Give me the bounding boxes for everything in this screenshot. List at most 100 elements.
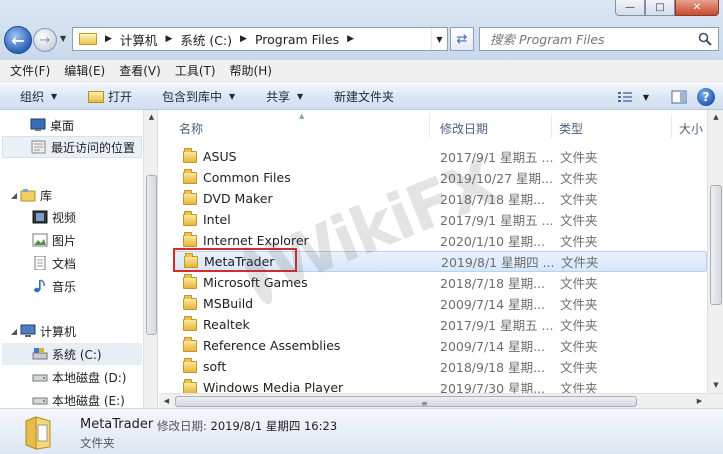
folder-icon — [25, 416, 51, 450]
computer-icon — [20, 324, 36, 337]
close-button[interactable]: ✕ — [675, 0, 719, 16]
chevron-right-icon[interactable]: ▶ — [105, 34, 112, 44]
scroll-right-icon[interactable]: ▶ — [692, 394, 707, 408]
new-folder-button[interactable]: 新建文件夹 — [334, 88, 394, 105]
details-pane: MetaTrader 修改日期: 2019/8/1 星期四 16:23 文件夹 — [0, 408, 723, 454]
nav-item-documents[interactable]: 文档 — [32, 252, 76, 274]
table-row[interactable]: Intel 2017/9/1 星期五 ... 文件夹 — [173, 209, 707, 230]
nav-item-desktop[interactable]: 桌面 — [30, 114, 74, 136]
nav-item-videos[interactable]: 视频 — [32, 206, 76, 228]
maximize-button[interactable]: □ — [645, 0, 675, 16]
folder-icon — [183, 294, 197, 310]
folder-icon — [183, 231, 197, 247]
scroll-down-icon[interactable]: ▼ — [708, 378, 723, 392]
library-icon — [20, 189, 36, 202]
picture-icon — [32, 233, 48, 247]
search-box[interactable] — [479, 27, 719, 51]
chevron-right-icon[interactable]: ▶ — [347, 34, 354, 44]
organize-button[interactable]: 组织 ▼ — [20, 88, 57, 105]
refresh-button[interactable]: ⇄ — [450, 27, 474, 51]
address-bar[interactable]: ▶ 计算机 ▶ 系统 (C:) ▶ Program Files ▶ ▼ — [72, 27, 448, 51]
minimize-button[interactable]: — — [615, 0, 645, 16]
nav-item-drive-e[interactable]: 本地磁盘 (E:) — [32, 389, 125, 408]
preview-pane-icon[interactable] — [671, 90, 687, 104]
expand-triangle-icon[interactable]: ◢ — [8, 327, 20, 336]
chevron-right-icon[interactable]: ▶ — [165, 34, 172, 44]
table-row[interactable]: Microsoft Games 2018/7/18 星期... 文件夹 — [173, 272, 707, 293]
details-date-value: 2019/8/1 星期四 16:23 — [210, 419, 338, 433]
table-row[interactable]: DVD Maker 2018/7/18 星期... 文件夹 — [173, 188, 707, 209]
recent-pages-dropdown[interactable]: ▼ — [60, 34, 66, 43]
chevron-down-icon[interactable]: ▼ — [643, 93, 649, 102]
table-row[interactable]: MSBuild 2009/7/14 星期... 文件夹 — [173, 293, 707, 314]
new-folder-label: 新建文件夹 — [334, 90, 395, 104]
drive-icon — [32, 374, 48, 382]
nav-item-music[interactable]: 音乐 — [32, 275, 76, 297]
forward-button[interactable]: → — [33, 28, 57, 52]
include-in-library-button[interactable]: 包含到库中 ▼ — [162, 88, 235, 105]
help-icon[interactable]: ? — [697, 88, 715, 106]
table-row[interactable]: Reference Assemblies 2009/7/14 星期... 文件夹 — [173, 335, 707, 356]
menu-edit[interactable]: 编辑(E) — [64, 62, 105, 79]
table-row[interactable]: ASUS 2017/9/1 星期五 ... 文件夹 — [173, 146, 707, 167]
nav-item-pictures[interactable]: 图片 — [32, 229, 76, 251]
chevron-right-icon[interactable]: ▶ — [240, 34, 247, 44]
details-name: MetaTrader — [80, 417, 154, 432]
share-button[interactable]: 共享 ▼ — [266, 88, 303, 105]
breadcrumb-drive-c[interactable]: 系统 (C:) — [180, 30, 232, 49]
window-controls: — □ ✕ — [615, 0, 719, 16]
search-icon[interactable] — [698, 32, 712, 46]
menu-bar: 文件(F) 编辑(E) 查看(V) 工具(T) 帮助(H) — [0, 60, 723, 82]
breadcrumb-computer[interactable]: 计算机 — [120, 30, 158, 49]
view-options-icon[interactable] — [617, 90, 633, 104]
search-input[interactable] — [490, 31, 690, 47]
file-list-scrollbar[interactable]: ▲ ▼ — [707, 110, 723, 393]
column-type[interactable]: 类型 — [559, 120, 583, 137]
menu-file[interactable]: 文件(F) — [10, 62, 50, 79]
back-button[interactable]: ← — [4, 26, 32, 54]
address-dropdown-button[interactable]: ▼ — [431, 28, 447, 50]
open-label: 打开 — [108, 90, 133, 104]
column-name[interactable]: 名称 — [179, 120, 203, 137]
table-row[interactable]: Common Files 2019/10/27 星期... 文件夹 — [173, 167, 707, 188]
details-modified: 修改日期: 2019/8/1 星期四 16:23 — [157, 418, 337, 434]
video-icon — [32, 210, 48, 224]
nav-item-drive-d[interactable]: 本地磁盘 (D:) — [32, 366, 126, 388]
column-date[interactable]: 修改日期 — [440, 120, 488, 137]
table-row[interactable]: Realtek 2017/9/1 星期五 ... 文件夹 — [173, 314, 707, 335]
breadcrumb: ▶ 计算机 ▶ 系统 (C:) ▶ Program Files ▶ — [97, 30, 362, 49]
table-row[interactable]: soft 2018/9/18 星期... 文件夹 — [173, 356, 707, 377]
chevron-down-icon: ▼ — [229, 92, 236, 101]
breadcrumb-program-files[interactable]: Program Files — [255, 32, 339, 47]
scroll-up-icon[interactable]: ▲ — [144, 110, 157, 124]
column-divider[interactable] — [671, 114, 672, 138]
desktop-icon — [30, 118, 46, 131]
details-date-label: 修改日期: — [157, 419, 207, 433]
column-headers: ▲ 名称 修改日期 类型 大小 — [159, 110, 707, 140]
folder-icon — [183, 378, 197, 394]
file-list-scroll-thumb[interactable] — [710, 185, 722, 305]
menu-tools[interactable]: 工具(T) — [175, 62, 216, 79]
open-button[interactable]: 打开 — [88, 88, 132, 105]
chevron-down-icon: ▼ — [297, 92, 304, 101]
horizontal-scroll-thumb[interactable]: ≡ — [175, 396, 637, 408]
column-divider[interactable] — [551, 114, 552, 138]
nav-item-libraries[interactable]: ◢ 库 — [8, 184, 52, 206]
horizontal-scrollbar[interactable]: ◀ ≡ ▶ — [159, 393, 723, 408]
folder-icon — [183, 273, 197, 289]
scroll-up-icon[interactable]: ▲ — [708, 110, 723, 124]
sort-ascending-icon: ▲ — [299, 112, 305, 120]
nav-scroll-thumb[interactable] — [146, 175, 157, 335]
nav-item-recent[interactable]: 最近访问的位置 — [2, 136, 142, 158]
menu-view[interactable]: 查看(V) — [119, 62, 161, 79]
column-size[interactable]: 大小 — [679, 120, 703, 137]
menu-help[interactable]: 帮助(H) — [230, 62, 272, 79]
nav-scrollbar[interactable]: ▲ — [143, 110, 157, 408]
folder-icon — [183, 315, 197, 331]
music-icon — [34, 279, 45, 293]
scroll-left-icon[interactable]: ◀ — [159, 394, 174, 408]
expand-triangle-icon[interactable]: ◢ — [8, 191, 20, 200]
nav-item-drive-c[interactable]: 系统 (C:) — [2, 343, 142, 365]
nav-item-computer[interactable]: ◢ 计算机 — [8, 320, 76, 342]
column-divider[interactable] — [429, 114, 430, 138]
